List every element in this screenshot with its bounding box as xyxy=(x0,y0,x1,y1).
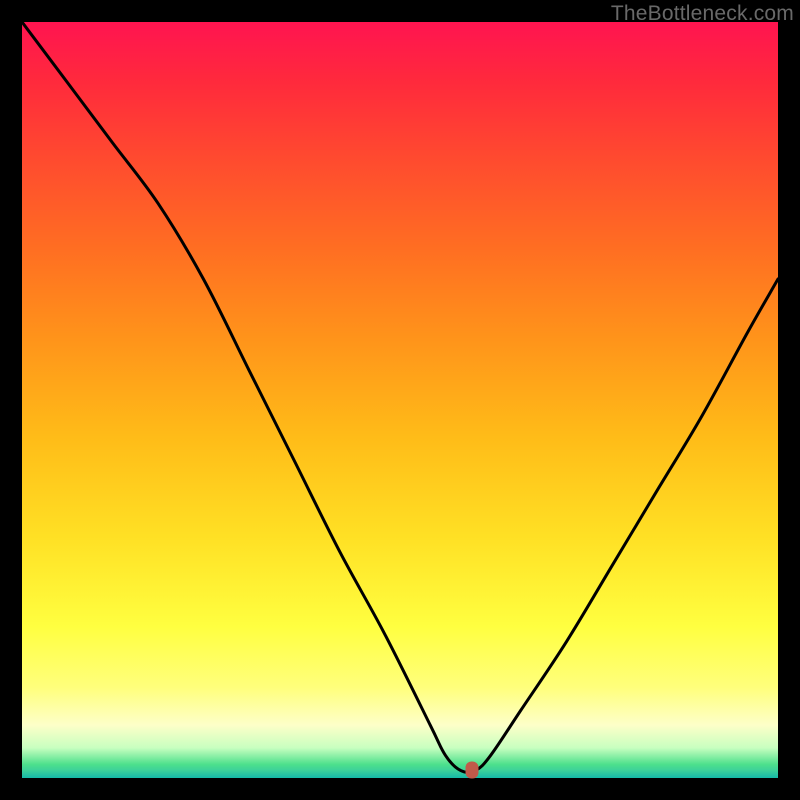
optimal-point-marker xyxy=(465,762,478,779)
plot-area xyxy=(22,22,778,778)
bottleneck-curve xyxy=(22,22,778,778)
chart-frame: TheBottleneck.com xyxy=(0,0,800,800)
